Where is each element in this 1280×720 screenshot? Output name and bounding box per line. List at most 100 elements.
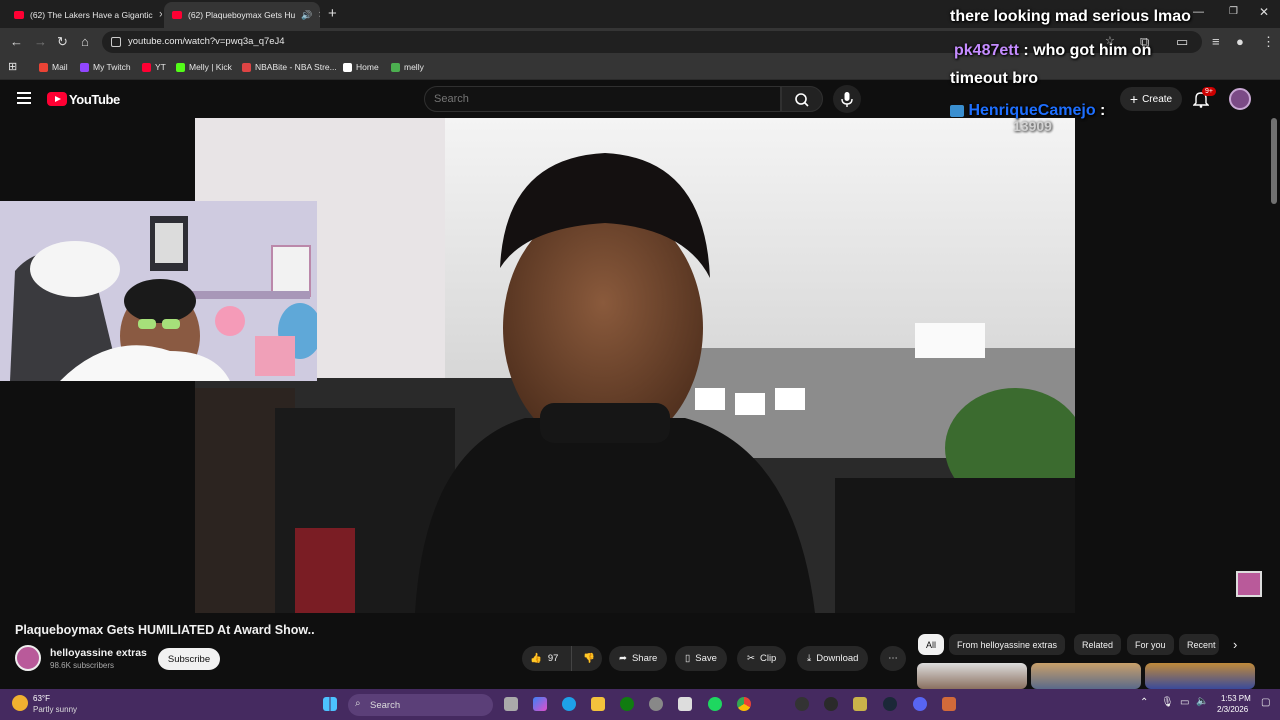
tab-plaqueboymax[interactable]: (62) Plaqueboymax Gets Hu 🔊 × bbox=[164, 2, 320, 28]
account-avatar[interactable] bbox=[1229, 88, 1251, 110]
weather-description[interactable]: Partly sunny bbox=[33, 705, 77, 714]
video-player[interactable] bbox=[195, 118, 1075, 613]
subscribe-button[interactable]: Subscribe bbox=[158, 648, 220, 670]
download-button[interactable]: ⤓ Download bbox=[797, 646, 869, 671]
chip-from-channel[interactable]: From helloyassine extras bbox=[949, 634, 1066, 655]
channel-name[interactable]: helloyassine extras bbox=[50, 647, 147, 659]
taskbar-search[interactable]: ⌕ Search bbox=[348, 694, 493, 716]
file-explorer-icon[interactable] bbox=[591, 697, 605, 711]
webcam-image bbox=[0, 201, 317, 381]
mail-icon bbox=[39, 62, 48, 72]
chat-message-1: there looking mad serious lmao bbox=[950, 8, 1191, 25]
weather-icon[interactable] bbox=[12, 695, 28, 711]
media-player-icon[interactable] bbox=[795, 697, 809, 711]
hamburger-menu-icon[interactable] bbox=[17, 92, 31, 107]
clip-button[interactable]: ✂ Clip bbox=[737, 646, 787, 671]
save-button[interactable]: ▯ Save bbox=[675, 646, 727, 671]
chat-text: : bbox=[1100, 102, 1106, 119]
channel-avatar[interactable] bbox=[15, 645, 41, 671]
audio-playing-icon[interactable]: 🔊 bbox=[301, 10, 312, 21]
close-window-icon[interactable]: ✕ bbox=[1259, 5, 1269, 19]
video-title: Plaqueboymax Gets HUMILIATED At Award Sh… bbox=[15, 623, 315, 637]
app-icon[interactable] bbox=[824, 697, 838, 711]
search-button[interactable] bbox=[781, 86, 823, 112]
search-box[interactable] bbox=[424, 86, 781, 112]
maximize-icon[interactable]: ❐ bbox=[1229, 6, 1238, 17]
copilot-icon[interactable] bbox=[533, 697, 547, 711]
youtube-logo-icon[interactable] bbox=[47, 92, 67, 106]
steam-icon[interactable] bbox=[883, 697, 897, 711]
youtube-logo-text[interactable]: YouTube bbox=[69, 92, 120, 107]
volume-icon[interactable]: 🔈 bbox=[1196, 696, 1208, 707]
chevron-right-icon[interactable]: › bbox=[1233, 637, 1237, 652]
weather-temperature[interactable]: 63°F bbox=[33, 694, 50, 703]
scissors-icon: ✂ bbox=[747, 653, 755, 664]
new-tab-button[interactable]: + bbox=[328, 5, 337, 22]
twitch-badge-icon bbox=[950, 104, 964, 117]
app-icon[interactable] bbox=[942, 697, 956, 711]
chip-all[interactable]: All bbox=[918, 634, 945, 655]
url-text[interactable]: youtube.com/watch?v=pwq3a_q7eJ4 bbox=[128, 36, 285, 47]
share-button[interactable]: ➦ Share bbox=[609, 646, 668, 671]
tab-lakers[interactable]: (62) The Lakers Have a Gigantic × bbox=[6, 2, 162, 28]
streamer-webcam-overlay bbox=[0, 201, 317, 381]
menu-icon[interactable]: ≡ bbox=[1212, 34, 1220, 49]
bookmark-kick[interactable]: Melly | Kick bbox=[176, 62, 232, 72]
thumbs-up-icon: 👍 bbox=[530, 653, 542, 664]
app-icon[interactable] bbox=[649, 697, 663, 711]
bookmark-nbabite[interactable]: NBABite - NBA Stre... bbox=[242, 62, 337, 72]
chip-recent[interactable]: Recent bbox=[1179, 634, 1219, 655]
edge-icon[interactable] bbox=[562, 697, 576, 711]
voice-search-button[interactable] bbox=[833, 85, 861, 113]
network-icon[interactable]: ▭ bbox=[1180, 697, 1189, 708]
bookmark-twitch[interactable]: My Twitch bbox=[80, 62, 131, 72]
chrome-icon[interactable] bbox=[737, 697, 751, 711]
cast-icon[interactable]: ▭ bbox=[1176, 34, 1188, 50]
thumbnail[interactable] bbox=[1031, 663, 1141, 689]
site-info-icon[interactable] bbox=[111, 37, 121, 47]
search-icon: ⌕ bbox=[355, 698, 361, 709]
notification-count-badge: 9+ bbox=[1202, 87, 1216, 96]
like-button[interactable]: 👍 97 bbox=[522, 646, 572, 671]
xbox-icon[interactable] bbox=[620, 697, 634, 711]
nbabite-icon bbox=[242, 62, 251, 72]
close-tab-icon[interactable]: × bbox=[159, 9, 162, 21]
task-view-icon[interactable] bbox=[504, 697, 518, 711]
bookmark-home[interactable]: Home bbox=[343, 62, 379, 72]
store-icon[interactable] bbox=[678, 697, 692, 711]
page-scrollbar[interactable] bbox=[1271, 118, 1277, 204]
clock-date[interactable]: 2/3/2026 bbox=[1217, 705, 1248, 714]
home-icon[interactable]: ⌂ bbox=[81, 34, 89, 49]
back-arrow-icon[interactable]: ← bbox=[10, 34, 23, 49]
bookmark-yt[interactable]: YT bbox=[142, 62, 166, 72]
like-dislike-group: 👍 97 👎 bbox=[522, 646, 602, 671]
chevron-up-icon[interactable]: ⌃ bbox=[1140, 697, 1148, 708]
apps-grid-icon[interactable]: ⊞ bbox=[8, 60, 17, 73]
chip-related[interactable]: Related bbox=[1074, 634, 1122, 655]
thumbnail[interactable] bbox=[917, 663, 1027, 689]
bookmark-mail[interactable]: Mail bbox=[39, 62, 68, 72]
windows-start-icon[interactable] bbox=[323, 697, 337, 711]
melly-icon bbox=[391, 62, 400, 72]
chip-for-you[interactable]: For you bbox=[1127, 634, 1174, 655]
bookmark-melly[interactable]: melly bbox=[391, 62, 424, 72]
discord-icon[interactable] bbox=[913, 697, 927, 711]
close-tab-icon[interactable]: × bbox=[318, 9, 320, 21]
more-options-icon[interactable]: ⋮ bbox=[1262, 34, 1275, 50]
search-input[interactable] bbox=[434, 93, 764, 105]
reload-icon[interactable]: ↻ bbox=[57, 34, 68, 50]
profile-icon[interactable]: ● bbox=[1236, 34, 1244, 49]
chat-username: pk487ett bbox=[954, 42, 1019, 59]
minimize-icon[interactable]: — bbox=[1193, 6, 1204, 18]
thumbnail[interactable] bbox=[1145, 663, 1255, 689]
more-actions-button[interactable]: ⋯ bbox=[880, 646, 906, 671]
microphone-tray-icon[interactable]: 🎙 bbox=[1161, 697, 1174, 708]
forward-arrow-icon[interactable]: → bbox=[34, 34, 47, 49]
clock-time[interactable]: 1:53 PM bbox=[1221, 694, 1251, 703]
channel-watermark-icon[interactable] bbox=[1236, 571, 1262, 597]
notification-center-icon[interactable]: ▢ bbox=[1261, 697, 1270, 708]
dislike-button[interactable]: 👎 bbox=[577, 653, 595, 664]
spotify-icon[interactable] bbox=[708, 697, 722, 711]
create-button[interactable]: + Create bbox=[1120, 87, 1182, 111]
app-icon[interactable] bbox=[853, 697, 867, 711]
